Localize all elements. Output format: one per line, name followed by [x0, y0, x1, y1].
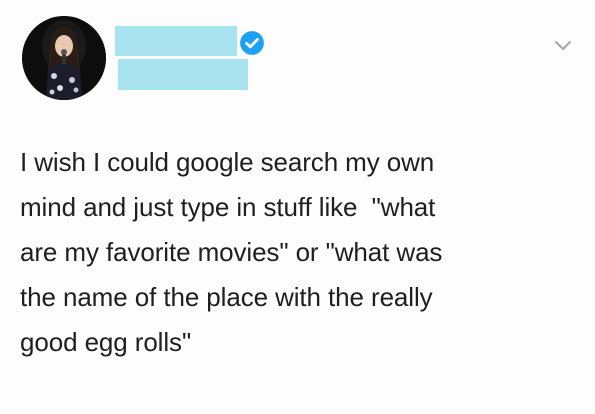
chevron-down-icon[interactable]: [548, 34, 578, 58]
redacted-username: [118, 59, 248, 90]
tweet-text: I wish I could google search my own mind…: [20, 147, 443, 357]
redacted-display-name: [115, 26, 237, 56]
tweet-card: I wish I could google search my own mind…: [0, 0, 595, 414]
avatar[interactable]: [22, 16, 106, 100]
verified-badge-icon: [240, 31, 264, 55]
avatar-image: [22, 16, 106, 100]
